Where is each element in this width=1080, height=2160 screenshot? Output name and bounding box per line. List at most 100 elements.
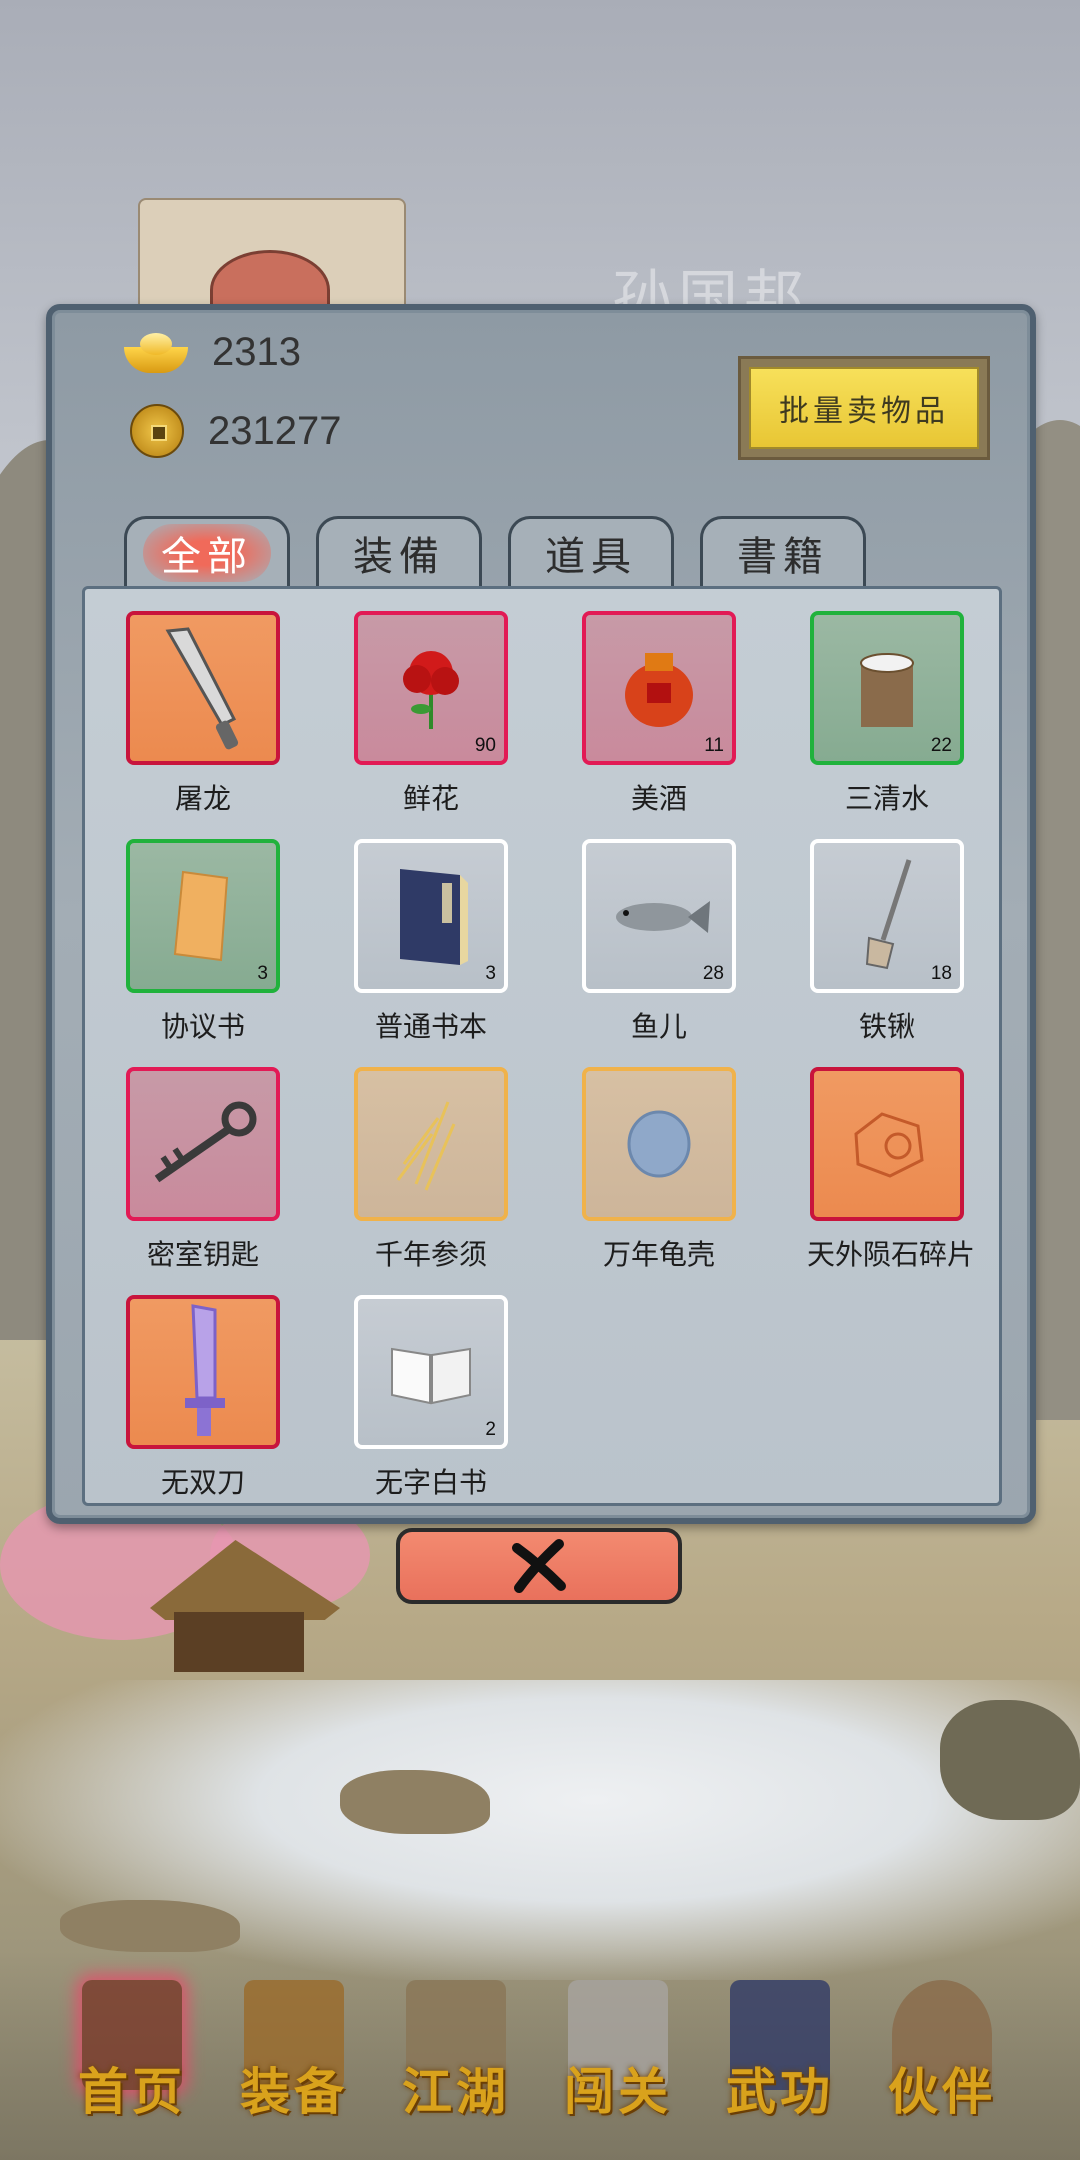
item-frame: 90 — [354, 611, 508, 765]
item-slot[interactable]: 无双刀 — [123, 1295, 283, 1501]
item-name: 鱼儿 — [630, 1010, 687, 1043]
item-frame — [126, 1067, 280, 1221]
wine-jar-icon — [625, 653, 693, 727]
item-frame: 22 — [810, 611, 964, 765]
shovel-icon — [865, 859, 912, 970]
bulk-sell-label: 批量卖物品 — [749, 367, 979, 449]
item-name: 三清水 — [844, 782, 929, 815]
item-name: 天外陨石碎片 — [807, 1238, 976, 1271]
item-count: 2 — [485, 1419, 496, 1440]
rock — [60, 1900, 240, 1952]
tab-props[interactable]: 道具 — [508, 516, 674, 586]
item-slot[interactable]: 11 美酒 — [579, 611, 739, 817]
tab-all[interactable]: 全部 — [124, 516, 290, 586]
ingot-amount: 2313 — [212, 330, 301, 374]
item-slot[interactable]: 万年龟壳 — [579, 1067, 739, 1273]
ginseng-icon — [396, 1101, 456, 1191]
nav-label: 首页 — [78, 2062, 186, 2121]
item-name: 铁锹 — [858, 1010, 915, 1043]
close-x-icon — [512, 1539, 566, 1593]
tab-label: 装備 — [353, 533, 445, 580]
nav-label: 武功 — [726, 2062, 834, 2121]
item-count: 3 — [485, 963, 496, 984]
inventory-panel: 2313 231277 批量卖物品 全部 装備 道具 書籍 屠龙 90 鲜花 1… — [46, 304, 1036, 1524]
item-grid: 屠龙 90 鲜花 11 美酒 22 三清水 3 协议书 3 普通书本 28 鱼儿… — [82, 586, 1002, 1506]
item-name: 密室钥匙 — [146, 1238, 259, 1271]
item-frame: 3 — [126, 839, 280, 993]
coin-amount: 231277 — [208, 408, 342, 453]
nav-label: 闯关 — [564, 2062, 672, 2121]
nav-jianghu[interactable]: 江湖 — [376, 1980, 536, 2130]
item-name: 万年龟壳 — [602, 1238, 715, 1271]
item-slot[interactable]: 2 无字白书 — [351, 1295, 511, 1501]
item-frame — [126, 1295, 280, 1449]
item-count: 18 — [930, 963, 952, 984]
book-icon — [400, 869, 468, 965]
item-name: 美酒 — [630, 782, 687, 815]
item-name: 千年参须 — [374, 1238, 487, 1271]
close-button[interactable] — [396, 1528, 682, 1604]
rose-icon — [403, 651, 459, 729]
item-slot[interactable]: 天外陨石碎片 — [807, 1067, 976, 1273]
item-slot[interactable]: 千年参须 — [351, 1067, 511, 1273]
nav-label: 装备 — [240, 2062, 348, 2121]
bulk-sell-button[interactable]: 批量卖物品 — [738, 356, 990, 460]
turtle-shell-icon — [627, 1110, 691, 1178]
item-name: 屠龙 — [174, 782, 231, 815]
ingot-balance: 2313 — [124, 330, 301, 375]
bottom-nav: 首页 装备 江湖 闯关 武功 伙伴 — [0, 1950, 1080, 2160]
fish-icon — [616, 901, 710, 933]
thatched-hut — [150, 1540, 340, 1672]
item-slot[interactable]: 密室钥匙 — [123, 1067, 283, 1273]
blank-book-icon — [391, 1347, 471, 1405]
coin-balance: 231277 — [124, 404, 341, 458]
nav-equipment[interactable]: 装备 — [214, 1980, 374, 2130]
item-slot[interactable]: 22 三清水 — [807, 611, 967, 817]
tab-equipment[interactable]: 装備 — [316, 516, 482, 586]
nav-label: 江湖 — [402, 2062, 510, 2121]
item-slot[interactable]: 屠龙 — [123, 611, 283, 817]
item-slot[interactable]: 18 铁锹 — [807, 839, 967, 1045]
category-tabs: 全部 装備 道具 書籍 — [124, 516, 866, 586]
copper-coin-icon — [130, 404, 184, 458]
tab-books[interactable]: 書籍 — [700, 516, 866, 586]
item-slot[interactable]: 90 鲜花 — [351, 611, 511, 817]
item-name: 无字白书 — [374, 1466, 487, 1499]
item-frame: 3 — [354, 839, 508, 993]
nav-home[interactable]: 首页 — [52, 1980, 212, 2130]
tab-label: 書籍 — [737, 533, 829, 580]
tab-label: 全部 — [143, 523, 271, 582]
item-count: 3 — [257, 963, 268, 984]
item-frame — [582, 1067, 736, 1221]
rock — [940, 1700, 1080, 1820]
rock — [340, 1770, 490, 1834]
item-frame — [810, 1067, 964, 1221]
water-bucket-icon — [860, 653, 914, 727]
item-name: 协议书 — [160, 1010, 245, 1043]
item-name: 普通书本 — [374, 1010, 487, 1043]
nav-partners[interactable]: 伙伴 — [862, 1980, 1022, 2130]
item-name: 鲜花 — [402, 782, 459, 815]
tab-label: 道具 — [545, 533, 637, 580]
item-frame: 18 — [810, 839, 964, 993]
nav-martial-arts[interactable]: 武功 — [700, 1980, 860, 2130]
item-slot[interactable]: 28 鱼儿 — [579, 839, 739, 1045]
item-name: 无双刀 — [160, 1466, 245, 1499]
item-frame — [354, 1067, 508, 1221]
item-count: 28 — [702, 963, 724, 984]
item-frame: 2 — [354, 1295, 508, 1449]
item-count: 22 — [930, 735, 952, 756]
key-icon — [154, 1101, 257, 1183]
meteorite-icon — [854, 1112, 924, 1178]
item-frame: 11 — [582, 611, 736, 765]
character-portrait-card — [138, 198, 406, 330]
gold-ingot-icon — [124, 332, 188, 373]
item-frame — [126, 611, 280, 765]
nav-challenge[interactable]: 闯关 — [538, 1980, 698, 2130]
item-count: 11 — [704, 735, 724, 756]
item-slot[interactable]: 3 协议书 — [123, 839, 283, 1045]
item-count: 90 — [474, 735, 496, 756]
item-slot[interactable]: 3 普通书本 — [351, 839, 511, 1045]
purple-blade-icon — [185, 1304, 225, 1436]
saber-icon — [165, 627, 239, 750]
